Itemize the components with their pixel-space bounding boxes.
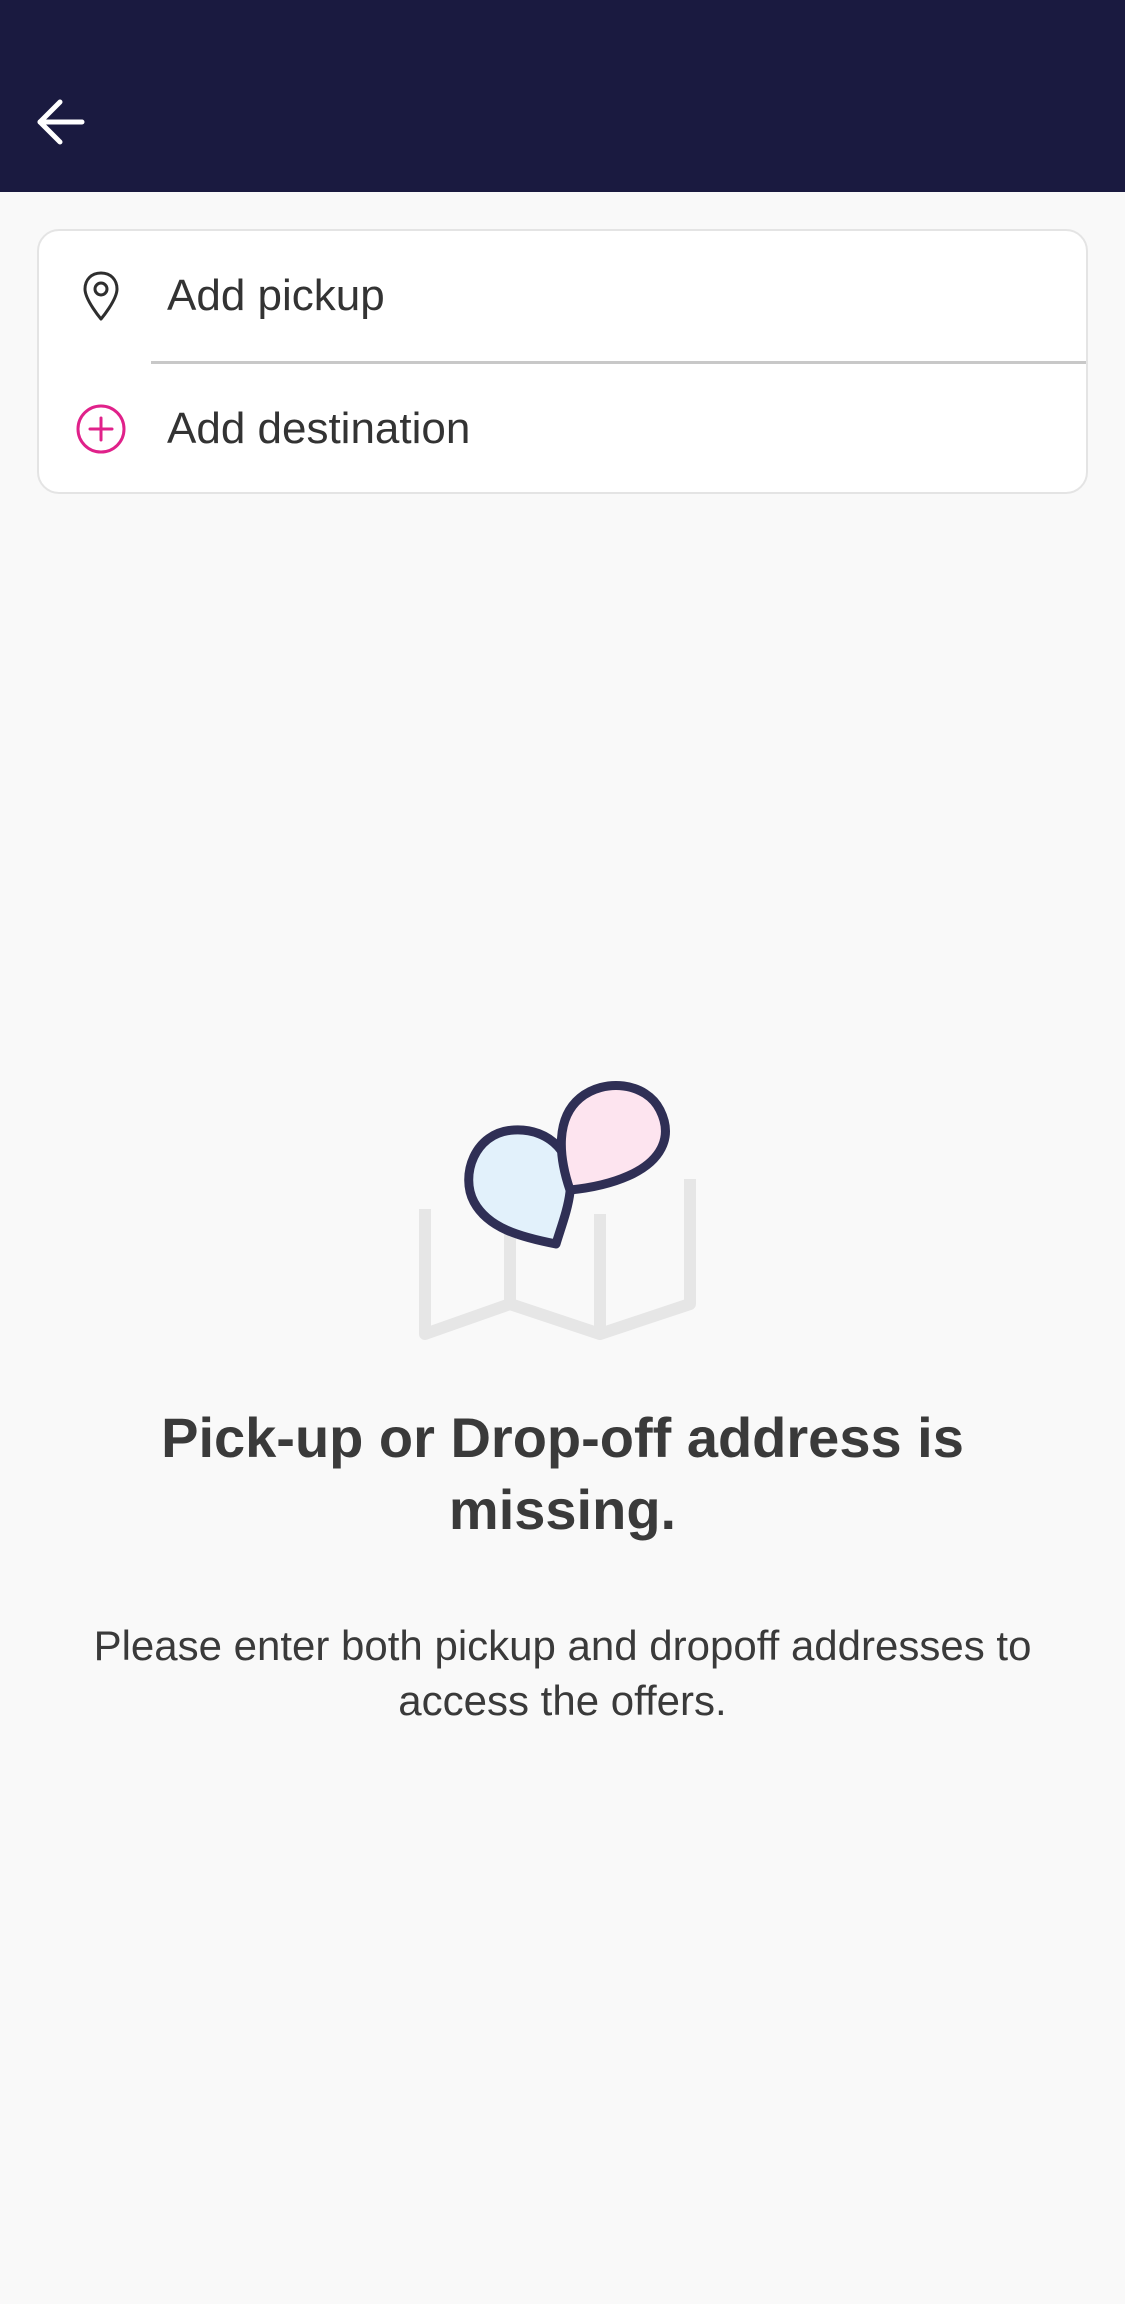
arrow-left-icon <box>37 99 85 145</box>
pickup-field[interactable]: Add pickup <box>39 231 1086 364</box>
app-bar <box>0 0 1125 192</box>
address-card: Add pickup Add destination <box>37 229 1088 494</box>
destination-label: Add destination <box>167 404 471 453</box>
pickup-label: Add pickup <box>167 271 385 320</box>
map-pin-icon <box>71 266 131 326</box>
back-button[interactable] <box>22 84 98 160</box>
empty-state-description: Please enter both pickup and dropoff add… <box>93 1622 1032 1724</box>
plus-circle-icon <box>71 399 131 459</box>
map-with-location-pins-illustration <box>410 1030 710 1350</box>
empty-state-title: Pick-up or Drop-off address is missing. <box>161 1406 964 1541</box>
page: Add pickup Add destination Pick-up or Dr… <box>0 0 1125 2304</box>
destination-field[interactable]: Add destination <box>39 364 1086 494</box>
blue-pin-shape <box>464 1125 576 1249</box>
pink-pin-shape <box>556 1081 670 1195</box>
